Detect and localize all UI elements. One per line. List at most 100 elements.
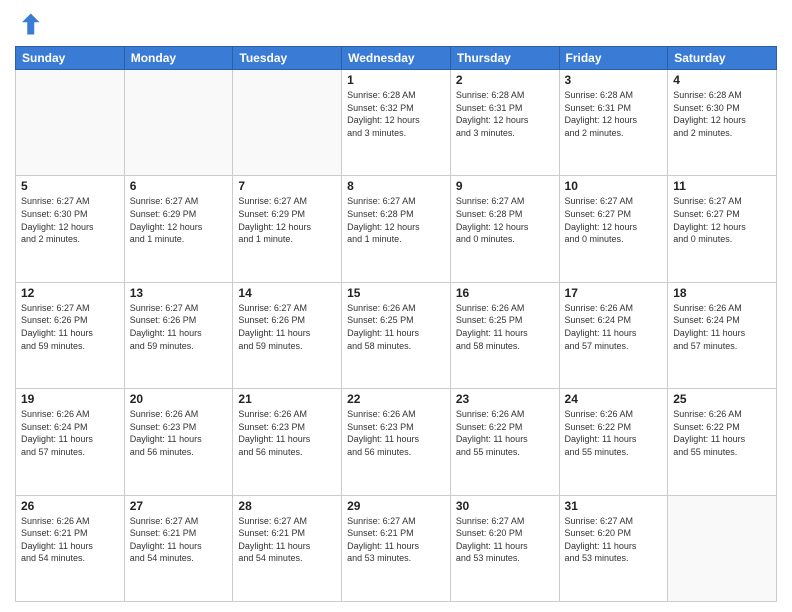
day-number: 30 xyxy=(456,499,554,513)
calendar-cell xyxy=(124,70,233,176)
calendar-cell: 15 Sunrise: 6:26 AM Sunset: 6:25 PM Dayli… xyxy=(342,282,451,388)
day-number: 7 xyxy=(238,179,336,193)
day-number: 11 xyxy=(673,179,771,193)
calendar-cell: 11Sunrise: 6:27 AM Sunset: 6:27 PM Dayli… xyxy=(668,176,777,282)
calendar-cell: 21 Sunrise: 6:26 AM Sunset: 6:23 PM Dayli… xyxy=(233,389,342,495)
calendar-cell: 1 Sunrise: 6:28 AM Sunset: 6:32 PM Daylig… xyxy=(342,70,451,176)
day-number: 29 xyxy=(347,499,445,513)
day-number: 28 xyxy=(238,499,336,513)
calendar-cell: 20Sunrise: 6:26 AM Sunset: 6:23 PM Dayli… xyxy=(124,389,233,495)
week-row-4: 26 Sunrise: 6:26 AM Sunset: 6:21 PM Dayli… xyxy=(16,495,777,601)
weekday-saturday: Saturday xyxy=(668,47,777,70)
weekday-tuesday: Tuesday xyxy=(233,47,342,70)
calendar-cell: 22Sunrise: 6:26 AM Sunset: 6:23 PM Dayli… xyxy=(342,389,451,495)
calendar-cell xyxy=(16,70,125,176)
calendar-cell: 29 Sunrise: 6:27 AM Sunset: 6:21 PM Dayli… xyxy=(342,495,451,601)
weekday-sunday: Sunday xyxy=(16,47,125,70)
page: SundayMondayTuesdayWednesdayThursdayFrid… xyxy=(0,0,792,612)
day-number: 5 xyxy=(21,179,119,193)
cell-info: Sunrise: 6:27 AM Sunset: 6:29 PM Dayligh… xyxy=(130,195,228,245)
day-number: 18 xyxy=(673,286,771,300)
weekday-wednesday: Wednesday xyxy=(342,47,451,70)
cell-info: Sunrise: 6:28 AM Sunset: 6:32 PM Dayligh… xyxy=(347,89,445,139)
calendar-cell: 3Sunrise: 6:28 AM Sunset: 6:31 PM Daylig… xyxy=(559,70,668,176)
calendar-table: SundayMondayTuesdayWednesdayThursdayFrid… xyxy=(15,46,777,602)
cell-info: Sunrise: 6:26 AM Sunset: 6:24 PM Dayligh… xyxy=(673,302,771,352)
cell-info: Sunrise: 6:27 AM Sunset: 6:21 PM Dayligh… xyxy=(347,515,445,565)
logo xyxy=(15,10,47,38)
day-number: 15 xyxy=(347,286,445,300)
day-number: 9 xyxy=(456,179,554,193)
day-number: 14 xyxy=(238,286,336,300)
calendar-cell: 6 Sunrise: 6:27 AM Sunset: 6:29 PM Daylig… xyxy=(124,176,233,282)
day-number: 2 xyxy=(456,73,554,87)
calendar-cell: 13 Sunrise: 6:27 AM Sunset: 6:26 PM Dayli… xyxy=(124,282,233,388)
day-number: 3 xyxy=(565,73,663,87)
cell-info: Sunrise: 6:27 AM Sunset: 6:26 PM Dayligh… xyxy=(21,302,119,352)
calendar-cell: 10 Sunrise: 6:27 AM Sunset: 6:27 PM Dayli… xyxy=(559,176,668,282)
day-number: 1 xyxy=(347,73,445,87)
day-number: 10 xyxy=(565,179,663,193)
week-row-0: 1 Sunrise: 6:28 AM Sunset: 6:32 PM Daylig… xyxy=(16,70,777,176)
cell-info: Sunrise: 6:28 AM Sunset: 6:31 PM Dayligh… xyxy=(456,89,554,139)
day-number: 23 xyxy=(456,392,554,406)
header xyxy=(15,10,777,38)
calendar-cell: 14 Sunrise: 6:27 AM Sunset: 6:26 PM Dayli… xyxy=(233,282,342,388)
calendar-cell: 12 Sunrise: 6:27 AM Sunset: 6:26 PM Dayli… xyxy=(16,282,125,388)
calendar-cell: 23Sunrise: 6:26 AM Sunset: 6:22 PM Dayli… xyxy=(450,389,559,495)
calendar-cell: 24 Sunrise: 6:26 AM Sunset: 6:22 PM Dayli… xyxy=(559,389,668,495)
day-number: 24 xyxy=(565,392,663,406)
day-number: 21 xyxy=(238,392,336,406)
week-row-1: 5 Sunrise: 6:27 AM Sunset: 6:30 PM Daylig… xyxy=(16,176,777,282)
cell-info: Sunrise: 6:26 AM Sunset: 6:22 PM Dayligh… xyxy=(565,408,663,458)
calendar-cell: 2 Sunrise: 6:28 AM Sunset: 6:31 PM Daylig… xyxy=(450,70,559,176)
day-number: 22 xyxy=(347,392,445,406)
calendar-cell: 26 Sunrise: 6:26 AM Sunset: 6:21 PM Dayli… xyxy=(16,495,125,601)
cell-info: Sunrise: 6:27 AM Sunset: 6:28 PM Dayligh… xyxy=(456,195,554,245)
logo-icon xyxy=(15,10,43,38)
cell-info: Sunrise: 6:27 AM Sunset: 6:26 PM Dayligh… xyxy=(130,302,228,352)
day-number: 13 xyxy=(130,286,228,300)
week-row-2: 12 Sunrise: 6:27 AM Sunset: 6:26 PM Dayli… xyxy=(16,282,777,388)
day-number: 8 xyxy=(347,179,445,193)
day-number: 25 xyxy=(673,392,771,406)
cell-info: Sunrise: 6:27 AM Sunset: 6:20 PM Dayligh… xyxy=(456,515,554,565)
cell-info: Sunrise: 6:26 AM Sunset: 6:23 PM Dayligh… xyxy=(238,408,336,458)
day-number: 27 xyxy=(130,499,228,513)
weekday-header-row: SundayMondayTuesdayWednesdayThursdayFrid… xyxy=(16,47,777,70)
cell-info: Sunrise: 6:26 AM Sunset: 6:25 PM Dayligh… xyxy=(347,302,445,352)
day-number: 16 xyxy=(456,286,554,300)
calendar-cell: 17Sunrise: 6:26 AM Sunset: 6:24 PM Dayli… xyxy=(559,282,668,388)
day-number: 4 xyxy=(673,73,771,87)
calendar-cell: 4 Sunrise: 6:28 AM Sunset: 6:30 PM Daylig… xyxy=(668,70,777,176)
cell-info: Sunrise: 6:27 AM Sunset: 6:20 PM Dayligh… xyxy=(565,515,663,565)
calendar-cell xyxy=(233,70,342,176)
calendar-cell: 28 Sunrise: 6:27 AM Sunset: 6:21 PM Dayli… xyxy=(233,495,342,601)
calendar-cell: 31 Sunrise: 6:27 AM Sunset: 6:20 PM Dayli… xyxy=(559,495,668,601)
calendar-cell xyxy=(668,495,777,601)
cell-info: Sunrise: 6:27 AM Sunset: 6:26 PM Dayligh… xyxy=(238,302,336,352)
calendar-cell: 27Sunrise: 6:27 AM Sunset: 6:21 PM Dayli… xyxy=(124,495,233,601)
cell-info: Sunrise: 6:27 AM Sunset: 6:30 PM Dayligh… xyxy=(21,195,119,245)
day-number: 31 xyxy=(565,499,663,513)
day-number: 6 xyxy=(130,179,228,193)
day-number: 12 xyxy=(21,286,119,300)
week-row-3: 19 Sunrise: 6:26 AM Sunset: 6:24 PM Dayli… xyxy=(16,389,777,495)
cell-info: Sunrise: 6:26 AM Sunset: 6:21 PM Dayligh… xyxy=(21,515,119,565)
calendar-cell: 9 Sunrise: 6:27 AM Sunset: 6:28 PM Daylig… xyxy=(450,176,559,282)
cell-info: Sunrise: 6:26 AM Sunset: 6:22 PM Dayligh… xyxy=(673,408,771,458)
cell-info: Sunrise: 6:27 AM Sunset: 6:21 PM Dayligh… xyxy=(238,515,336,565)
calendar-cell: 19 Sunrise: 6:26 AM Sunset: 6:24 PM Dayli… xyxy=(16,389,125,495)
calendar-cell: 25 Sunrise: 6:26 AM Sunset: 6:22 PM Dayli… xyxy=(668,389,777,495)
cell-info: Sunrise: 6:26 AM Sunset: 6:25 PM Dayligh… xyxy=(456,302,554,352)
cell-info: Sunrise: 6:28 AM Sunset: 6:30 PM Dayligh… xyxy=(673,89,771,139)
calendar-cell: 5 Sunrise: 6:27 AM Sunset: 6:30 PM Daylig… xyxy=(16,176,125,282)
cell-info: Sunrise: 6:26 AM Sunset: 6:23 PM Dayligh… xyxy=(130,408,228,458)
calendar-cell: 30 Sunrise: 6:27 AM Sunset: 6:20 PM Dayli… xyxy=(450,495,559,601)
cell-info: Sunrise: 6:26 AM Sunset: 6:24 PM Dayligh… xyxy=(21,408,119,458)
calendar-cell: 7Sunrise: 6:27 AM Sunset: 6:29 PM Daylig… xyxy=(233,176,342,282)
day-number: 19 xyxy=(21,392,119,406)
day-number: 26 xyxy=(21,499,119,513)
cell-info: Sunrise: 6:27 AM Sunset: 6:27 PM Dayligh… xyxy=(565,195,663,245)
day-number: 17 xyxy=(565,286,663,300)
